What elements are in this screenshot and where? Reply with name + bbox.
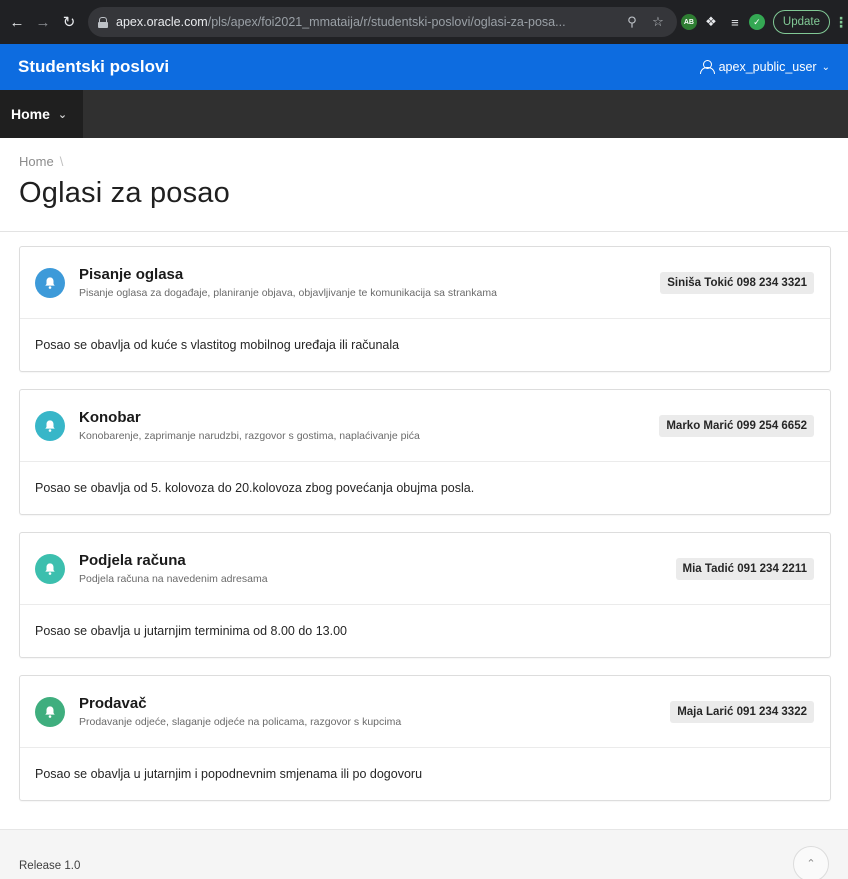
- browser-menu-icon[interactable]: ⋮: [834, 14, 848, 31]
- job-card: Konobar Konobarenje, zaprimanje narudzbi…: [19, 389, 831, 515]
- job-card: Podjela računa Podjela računa na naveden…: [19, 532, 831, 658]
- job-card-text: Konobar Konobarenje, zaprimanje narudzbi…: [79, 409, 659, 442]
- job-details: Posao se obavlja u jutarnjim i popodnevn…: [35, 767, 423, 781]
- url-host: apex.oracle.com: [116, 15, 208, 29]
- chevron-up-icon: ⌃: [806, 858, 816, 870]
- bell-icon: [35, 696, 65, 727]
- job-title: Podjela računa: [79, 552, 186, 569]
- job-title: Pisanje oglasa: [79, 266, 184, 283]
- job-card-header: Prodavač Prodavanje odjeće, slaganje odj…: [20, 676, 830, 748]
- job-description: Pisanje oglasa za događaje, planiranje o…: [79, 287, 497, 299]
- extension-check-icon[interactable]: ✓: [748, 14, 765, 30]
- extensions-puzzle-icon[interactable]: ❖: [701, 14, 721, 30]
- browser-toolbar: ← → ↻ apex.oracle.com/pls/apex/foi2021_m…: [0, 0, 848, 44]
- job-card: Prodavač Prodavanje odjeće, slaganje odj…: [19, 675, 831, 801]
- bell-icon: [35, 553, 65, 584]
- user-menu[interactable]: apex_public_user ⌄: [699, 60, 830, 74]
- reload-icon[interactable]: ↻: [58, 11, 80, 33]
- chevron-down-icon: ⌄: [57, 108, 68, 121]
- update-button[interactable]: Update: [772, 10, 830, 34]
- job-card-header: Podjela računa Podjela računa na naveden…: [20, 533, 830, 605]
- contact-badge: Maja Larić 091 234 3322: [670, 700, 814, 723]
- app-header: Studentski poslovi apex_public_user ⌄: [0, 44, 848, 90]
- nav-home-label: Home: [11, 106, 50, 122]
- navigation-bar: Home ⌄: [0, 90, 848, 138]
- url-text[interactable]: apex.oracle.com/pls/apex/foi2021_mmataij…: [116, 15, 615, 29]
- url-path: /pls/apex/foi2021_mmataija/r/studentski-…: [207, 15, 566, 29]
- job-description: Prodavanje odjeće, slaganje odjeće na po…: [79, 716, 402, 728]
- forward-arrow-icon[interactable]: →: [32, 11, 54, 33]
- reading-list-icon[interactable]: ≡: [725, 15, 745, 30]
- extension-ab-icon[interactable]: AB: [680, 14, 697, 30]
- contact-badge: Siniša Tokić 098 234 3321: [660, 271, 814, 294]
- job-card-header: Pisanje oglasa Pisanje oglasa za događaj…: [20, 247, 830, 319]
- breadcrumb-separator: \: [59, 154, 64, 169]
- user-name: apex_public_user: [718, 60, 817, 74]
- contact-badge: Mia Tadić 091 234 2211: [675, 557, 814, 580]
- job-title: Konobar: [79, 409, 141, 426]
- address-bar[interactable]: apex.oracle.com/pls/apex/foi2021_mmataij…: [88, 7, 677, 37]
- user-icon: [699, 60, 715, 74]
- job-list: Pisanje oglasa Pisanje oglasa za događaj…: [0, 232, 848, 801]
- job-title: Prodavač: [79, 695, 147, 712]
- breadcrumb-home[interactable]: Home: [19, 154, 54, 169]
- zoom-icon[interactable]: ⚲: [623, 14, 641, 30]
- job-description: Podjela računa na navedenim adresama: [79, 573, 268, 585]
- job-details: Posao se obavlja od kuće s vlastitog mob…: [35, 338, 400, 352]
- job-card: Pisanje oglasa Pisanje oglasa za događaj…: [19, 246, 831, 372]
- scroll-to-top-button[interactable]: ⌃: [793, 845, 829, 879]
- page-footer: Release 1.0 ⌃: [0, 829, 848, 879]
- job-card-text: Pisanje oglasa Pisanje oglasa za događaj…: [79, 266, 660, 299]
- release-version: Release 1.0: [19, 859, 81, 872]
- bell-icon: [35, 410, 65, 441]
- job-details: Posao se obavlja od 5. kolovoza do 20.ko…: [35, 481, 475, 495]
- job-details: Posao se obavlja u jutarnjim terminima o…: [35, 624, 347, 638]
- page-title: Oglasi za posao: [19, 177, 230, 209]
- job-card-text: Prodavač Prodavanje odjeće, slaganje odj…: [79, 695, 670, 728]
- bookmark-star-icon[interactable]: ☆: [649, 14, 667, 30]
- chevron-down-icon: ⌄: [821, 61, 830, 73]
- breadcrumb: Home \: [19, 154, 830, 169]
- title-region: Home \ Oglasi za posao: [0, 138, 848, 232]
- bell-icon: [35, 267, 65, 298]
- nav-home-menu[interactable]: Home ⌄: [0, 90, 84, 138]
- job-card-text: Podjela računa Podjela računa na naveden…: [79, 552, 676, 585]
- contact-badge: Marko Marić 099 254 6652: [659, 414, 814, 437]
- back-arrow-icon[interactable]: ←: [6, 11, 28, 33]
- job-description: Konobarenje, zaprimanje narudzbi, razgov…: [79, 430, 420, 442]
- lock-icon: [98, 16, 108, 28]
- job-card-header: Konobar Konobarenje, zaprimanje narudzbi…: [20, 390, 830, 462]
- app-title[interactable]: Studentski poslovi: [18, 57, 169, 77]
